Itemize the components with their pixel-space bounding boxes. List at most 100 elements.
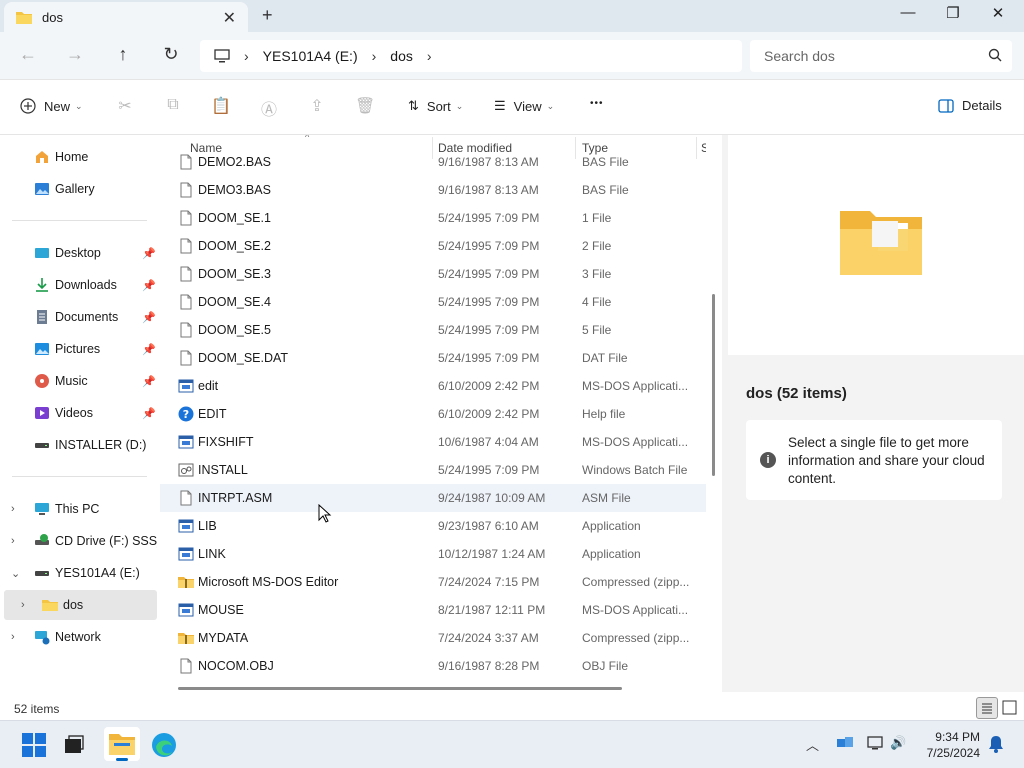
breadcrumb-item-drive[interactable]: YES101A4 (E:) — [263, 48, 358, 64]
pin-icon[interactable]: 📌 — [142, 247, 156, 260]
sidebar-item-pictures[interactable]: Pictures 📌 — [0, 334, 157, 364]
sidebar-item-music[interactable]: Music 📌 — [0, 366, 157, 396]
breadcrumb-separator-icon[interactable]: › — [244, 48, 249, 64]
sidebar-item-documents[interactable]: Documents 📌 — [0, 302, 157, 332]
sidebar-item-desktop[interactable]: Desktop 📌 — [0, 238, 157, 268]
horizontal-scrollbar[interactable] — [178, 687, 622, 690]
sort-button[interactable]: ⇅ Sort ⌄ — [408, 98, 463, 114]
file-row[interactable]: DOOM_SE.DAT 5/24/1995 7:09 PM DAT File — [160, 344, 706, 372]
tiles-view-button[interactable] — [999, 697, 1021, 719]
task-view-icon[interactable] — [60, 731, 88, 759]
file-row[interactable]: INSTALL 5/24/1995 7:09 PM Windows Batch Fi… — [160, 456, 706, 484]
file-row[interactable]: LIB 9/23/1987 6:10 AM Application — [160, 512, 706, 540]
close-button[interactable]: ✕ — [983, 4, 1013, 22]
file-name: DOOM_SE.DAT — [198, 351, 289, 365]
sidebar-item-yes101a4-drive[interactable]: ⌄ YES101A4 (E:) — [0, 558, 157, 588]
copy-icon[interactable]: ⧉ — [163, 96, 183, 116]
notification-bell-icon[interactable] — [988, 735, 1004, 753]
sidebar-item-label: dos — [63, 598, 84, 612]
file-row[interactable]: MOUSE 8/21/1987 12:11 PM MS-DOS Applicati.… — [160, 596, 706, 624]
file-row[interactable]: Microsoft MS-DOS Editor 7/24/2024 7:15 PM… — [160, 568, 706, 596]
show-hidden-icons-chevron[interactable]: ︿ — [806, 735, 819, 754]
file-explorer-taskbar-button[interactable] — [104, 727, 140, 761]
file-explorer-icon — [109, 734, 135, 755]
search-input[interactable]: Search dos — [750, 40, 1012, 72]
refresh-icon[interactable]: ↻ — [159, 44, 183, 65]
file-date-modified: 5/24/1995 7:09 PM — [438, 267, 540, 281]
breadcrumb-separator-icon[interactable]: › — [372, 48, 377, 64]
pin-icon[interactable]: 📌 — [142, 375, 156, 388]
new-button[interactable]: New ⌄ — [20, 98, 83, 114]
details-pane-icon — [938, 98, 954, 113]
maximize-button[interactable]: ❐ — [938, 4, 968, 22]
computer-icon[interactable] — [214, 49, 230, 63]
pin-icon[interactable]: 📌 — [142, 343, 156, 356]
sidebar-item-installer-drive[interactable]: INSTALLER (D:) — [0, 430, 157, 460]
pin-icon[interactable]: 📌 — [142, 407, 156, 420]
chevron-right-icon[interactable]: › — [11, 535, 15, 547]
search-icon[interactable] — [988, 48, 1002, 62]
paste-icon[interactable]: 📋 — [211, 96, 231, 116]
network-status-icon[interactable] — [866, 735, 884, 751]
tab-close-icon[interactable]: ✕ — [223, 8, 236, 28]
rename-icon[interactable]: Ⓐ — [259, 96, 279, 119]
edge-browser-icon[interactable] — [150, 731, 178, 759]
share-icon[interactable]: ⇪ — [307, 96, 327, 116]
back-arrow-icon[interactable]: ← — [16, 44, 40, 65]
forward-arrow-icon[interactable]: → — [63, 44, 87, 65]
vertical-scrollbar[interactable] — [712, 294, 715, 476]
file-row[interactable]: ? EDIT 6/10/2009 2:42 PM Help file — [160, 400, 706, 428]
delete-icon[interactable]: 🗑 — [355, 96, 375, 116]
tab-dos[interactable]: dos ✕ — [4, 2, 248, 32]
sidebar-item-label: CD Drive (F:) SSS_X6 — [55, 534, 157, 548]
view-button[interactable]: ☰ View ⌄ — [494, 98, 554, 114]
file-row[interactable]: DOOM_SE.3 5/24/1995 7:09 PM 3 File — [160, 260, 706, 288]
file-name: DOOM_SE.5 — [198, 323, 271, 337]
file-row[interactable]: DOOM_SE.5 5/24/1995 7:09 PM 5 File — [160, 316, 706, 344]
chevron-down-icon[interactable]: ⌄ — [11, 567, 20, 580]
file-row[interactable]: DOOM_SE.2 5/24/1995 7:09 PM 2 File — [160, 232, 706, 260]
tab-title: dos — [42, 9, 63, 25]
sidebar-item-gallery[interactable]: Gallery — [0, 174, 157, 204]
file-name: edit — [198, 379, 219, 393]
cut-icon[interactable]: ✂ — [115, 96, 135, 116]
file-row[interactable]: MYDATA 7/24/2024 3:37 AM Compressed (zipp.… — [160, 624, 706, 652]
sidebar-item-cd-drive[interactable]: › CD Drive (F:) SSS_X6 — [0, 526, 157, 556]
sidebar-item-this-pc[interactable]: › This PC — [0, 494, 157, 524]
sidebar-item-downloads[interactable]: Downloads 📌 — [0, 270, 157, 300]
file-row[interactable]: LINK 10/12/1987 1:24 AM Application — [160, 540, 706, 568]
breadcrumb-item-dos[interactable]: dos — [390, 48, 413, 64]
up-arrow-icon[interactable]: ↑ — [111, 44, 135, 65]
details-view-button[interactable] — [976, 697, 998, 719]
sidebar-item-network[interactable]: › Network — [0, 622, 157, 652]
clock[interactable]: 9:34 PM 7/25/2024 — [916, 729, 980, 761]
chevron-right-icon[interactable]: › — [11, 503, 15, 515]
details-pane: dos (52 items) i Select a single file to… — [722, 135, 1024, 692]
chevron-right-icon[interactable]: › — [11, 631, 15, 643]
chevron-right-icon[interactable]: › — [21, 599, 25, 611]
file-row[interactable]: DEMO2.BAS 9/16/1987 8:13 AM BAS File — [160, 148, 706, 176]
file-row[interactable]: NOCOM.OBJ 9/16/1987 8:28 PM OBJ File — [160, 652, 706, 680]
details-pane-button[interactable]: Details — [938, 98, 1002, 113]
sidebar-item-videos[interactable]: Videos 📌 — [0, 398, 157, 428]
file-date-modified: 5/24/1995 7:09 PM — [438, 239, 540, 253]
more-options-button[interactable]: ••• — [590, 98, 604, 109]
file-row[interactable]: FIXSHIFT 10/6/1987 4:04 AM MS-DOS Applicat… — [160, 428, 706, 456]
sidebar-item-home[interactable]: Home — [0, 142, 157, 172]
sidebar-item-dos[interactable]: › dos — [4, 590, 157, 620]
breadcrumb-separator-icon[interactable]: › — [427, 48, 432, 64]
file-row[interactable]: DOOM_SE.1 5/24/1995 7:09 PM 1 File — [160, 204, 706, 232]
volume-icon[interactable]: 🔊 — [890, 735, 906, 751]
breadcrumb[interactable]: › YES101A4 (E:) › dos › — [200, 40, 742, 72]
file-row[interactable]: edit 6/10/2009 2:42 PM MS-DOS Applicati... — [160, 372, 706, 400]
file-row[interactable]: DEMO3.BAS 9/16/1987 8:13 AM BAS File — [160, 176, 706, 204]
pin-icon[interactable]: 📌 — [142, 279, 156, 292]
file-row[interactable]: DOOM_SE.4 5/24/1995 7:09 PM 4 File — [160, 288, 706, 316]
file-type: 5 File — [582, 323, 612, 337]
file-row[interactable]: INTRPT.ASM 9/24/1987 10:09 AM ASM File — [160, 484, 706, 512]
pin-icon[interactable]: 📌 — [142, 311, 156, 324]
app-tray-icon[interactable] — [836, 735, 854, 751]
minimize-button[interactable]: — — [893, 4, 923, 21]
start-icon[interactable] — [20, 731, 48, 759]
new-tab-button[interactable]: + — [262, 5, 273, 26]
